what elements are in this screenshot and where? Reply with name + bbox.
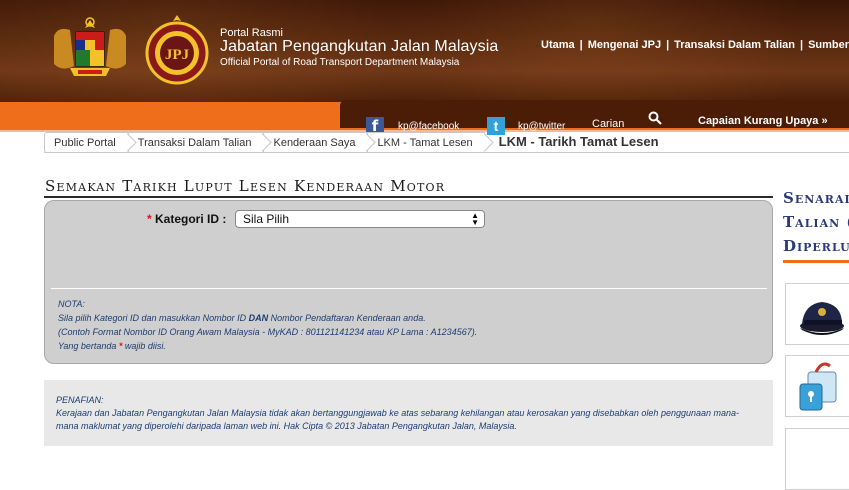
sidebar-title-line-2: Talian ( bbox=[783, 213, 849, 231]
malaysia-coat-of-arms-logo[interactable] bbox=[48, 14, 132, 86]
sidebar-title-underline bbox=[783, 260, 849, 263]
breadcrumb-item-transaksi[interactable]: Transaksi Dalam Talian bbox=[127, 132, 273, 153]
disclaimer-box: PENAFIAN: Kerajaan dan Jabatan Pengangku… bbox=[44, 380, 773, 446]
breadcrumb-item-lkm-tamat-lesen[interactable]: LKM - Tamat Lesen bbox=[367, 132, 494, 153]
top-navigation: Utama | Mengenai JPJ | Transaksi Dalam T… bbox=[536, 39, 849, 51]
breadcrumb-item-kenderaan-saya[interactable]: Kenderaan Saya bbox=[263, 132, 377, 153]
title-underline bbox=[44, 196, 773, 198]
breadcrumb-label: Kenderaan Saya bbox=[273, 137, 356, 149]
kategori-id-select[interactable]: Sila Pilih ▲ ▼ bbox=[235, 210, 485, 228]
nota-line-1-bold: DAN bbox=[248, 313, 269, 323]
sidebar-item-lock[interactable] bbox=[785, 355, 849, 417]
search-label[interactable]: Carian bbox=[592, 118, 624, 130]
sidebar-title-line-3: Diperlu bbox=[783, 237, 849, 255]
police-cap-icon bbox=[800, 302, 844, 335]
nota-line-3-text-end: wajib diisi. bbox=[122, 341, 166, 351]
nota-line-1: Sila pilih Kategori ID dan masukkan Nomb… bbox=[58, 311, 477, 325]
kategori-id-selected-value: Sila Pilih bbox=[243, 212, 290, 226]
disclaimer-text: Kerajaan dan Jabatan Pengangkutan Jalan … bbox=[56, 408, 740, 431]
nota-line-3: Yang bertanda * wajib diisi. bbox=[58, 339, 477, 353]
twitter-link[interactable]: kp@twitter bbox=[518, 121, 565, 132]
lock-icon bbox=[799, 362, 837, 411]
page-title: Semakan Tarikh Luput Lesen Kenderaan Mot… bbox=[45, 177, 446, 195]
breadcrumb-label: Public Portal bbox=[54, 137, 116, 149]
accessibility-link[interactable]: Capaian Kurang Upaya » bbox=[698, 115, 828, 127]
nota-line-1-text-end: Nombor Pendaftaran Kenderaan anda. bbox=[268, 313, 426, 323]
nav-utama[interactable]: Utama bbox=[536, 39, 580, 51]
search-icon[interactable] bbox=[648, 111, 662, 125]
breadcrumb-item-public-portal[interactable]: Public Portal bbox=[44, 132, 137, 153]
select-updown-icon: ▲ ▼ bbox=[471, 211, 479, 227]
site-header: JPJ Portal Rasmi Jabatan Pengangkutan Ja… bbox=[0, 0, 849, 102]
panel-divider bbox=[51, 288, 767, 289]
required-star: * bbox=[147, 212, 152, 226]
breadcrumb-label: Transaksi Dalam Talian bbox=[137, 137, 252, 149]
facebook-link[interactable]: kp@facebook bbox=[398, 121, 459, 132]
site-title[interactable]: Jabatan Pengangkutan Jalan Malaysia bbox=[220, 38, 498, 56]
kategori-id-label-text: Kategori ID : bbox=[155, 212, 227, 226]
kategori-id-label: * Kategori ID : bbox=[147, 212, 226, 226]
sidebar-title-line-1: Senarai bbox=[783, 189, 849, 207]
nav-mengenai-jpj[interactable]: Mengenai JPJ bbox=[583, 39, 666, 51]
nota-block: NOTA: Sila pilih Kategori ID dan masukka… bbox=[58, 297, 477, 353]
nota-title: NOTA: bbox=[58, 299, 85, 309]
jpj-logo-text: JPJ bbox=[165, 47, 190, 63]
nav-transaksi-dalam-talian[interactable]: Transaksi Dalam Talian bbox=[669, 39, 800, 51]
nota-line-1-text: Sila pilih Kategori ID dan masukkan Nomb… bbox=[58, 313, 249, 323]
site-subtitle: Official Portal of Road Transport Depart… bbox=[220, 57, 460, 68]
breadcrumb-label: LKM - Tamat Lesen bbox=[377, 137, 473, 149]
breadcrumb: Public Portal Transaksi Dalam Talian Ken… bbox=[44, 132, 671, 153]
jpj-logo[interactable]: JPJ bbox=[144, 13, 210, 87]
nav-sumber[interactable]: Sumber/Be bbox=[803, 39, 849, 51]
sidebar-title: Senarai Talian ( Diperlu bbox=[783, 186, 849, 258]
nota-line-2: (Contoh Format Nombor ID Orang Awam Mala… bbox=[58, 327, 478, 337]
sidebar-item-extra[interactable] bbox=[785, 428, 849, 490]
nota-line-3-text: Yang bertanda bbox=[58, 341, 119, 351]
sidebar-item-police[interactable] bbox=[785, 283, 849, 345]
search-form-panel: * Kategori ID : Sila Pilih ▲ ▼ NOTA: Sila… bbox=[44, 200, 773, 364]
disclaimer-title: PENAFIAN: bbox=[56, 395, 104, 405]
breadcrumb-current: LKM - Tarikh Tamat Lesen bbox=[498, 134, 659, 149]
disclaimer-content: PENAFIAN: Kerajaan dan Jabatan Pengangku… bbox=[56, 394, 756, 433]
